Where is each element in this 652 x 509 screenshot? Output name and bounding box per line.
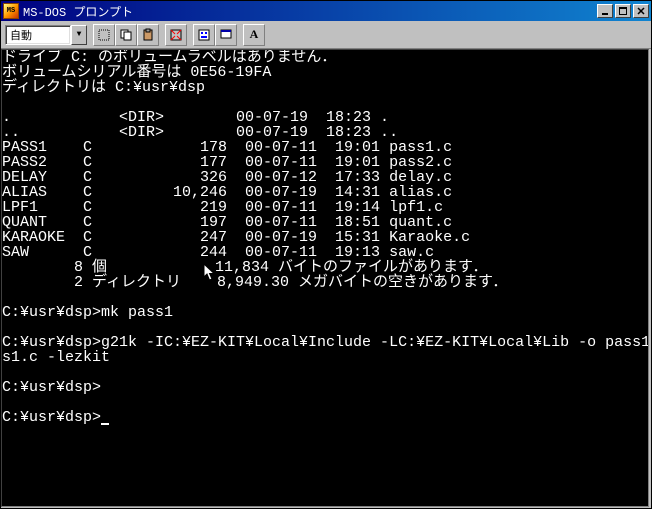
close-button[interactable]: [633, 4, 649, 18]
minimize-button[interactable]: [597, 4, 613, 18]
console-area[interactable]: ドライブ C: のボリュームラベルはありません． ボリュームシリアル番号は 0E…: [1, 49, 649, 507]
font-size-value[interactable]: 自動: [5, 25, 71, 45]
window-title: MS-DOS プロンプト: [23, 3, 597, 20]
text-cursor: [101, 423, 109, 425]
dos-window: MS MS-DOS プロンプト 自動 ▼: [0, 0, 652, 509]
font-button[interactable]: A: [243, 24, 265, 46]
mark-button[interactable]: [93, 24, 115, 46]
background-button[interactable]: [215, 24, 237, 46]
titlebar[interactable]: MS MS-DOS プロンプト: [1, 1, 651, 21]
paste-button[interactable]: [137, 24, 159, 46]
toolbar: 自動 ▼ A: [1, 21, 651, 49]
copy-button[interactable]: [115, 24, 137, 46]
maximize-button[interactable]: [615, 4, 631, 18]
dos-app-icon: MS: [3, 3, 19, 19]
fullscreen-button[interactable]: [165, 24, 187, 46]
font-size-select[interactable]: 自動 ▼: [5, 25, 87, 45]
dropdown-icon[interactable]: ▼: [71, 25, 87, 45]
properties-button[interactable]: [193, 24, 215, 46]
